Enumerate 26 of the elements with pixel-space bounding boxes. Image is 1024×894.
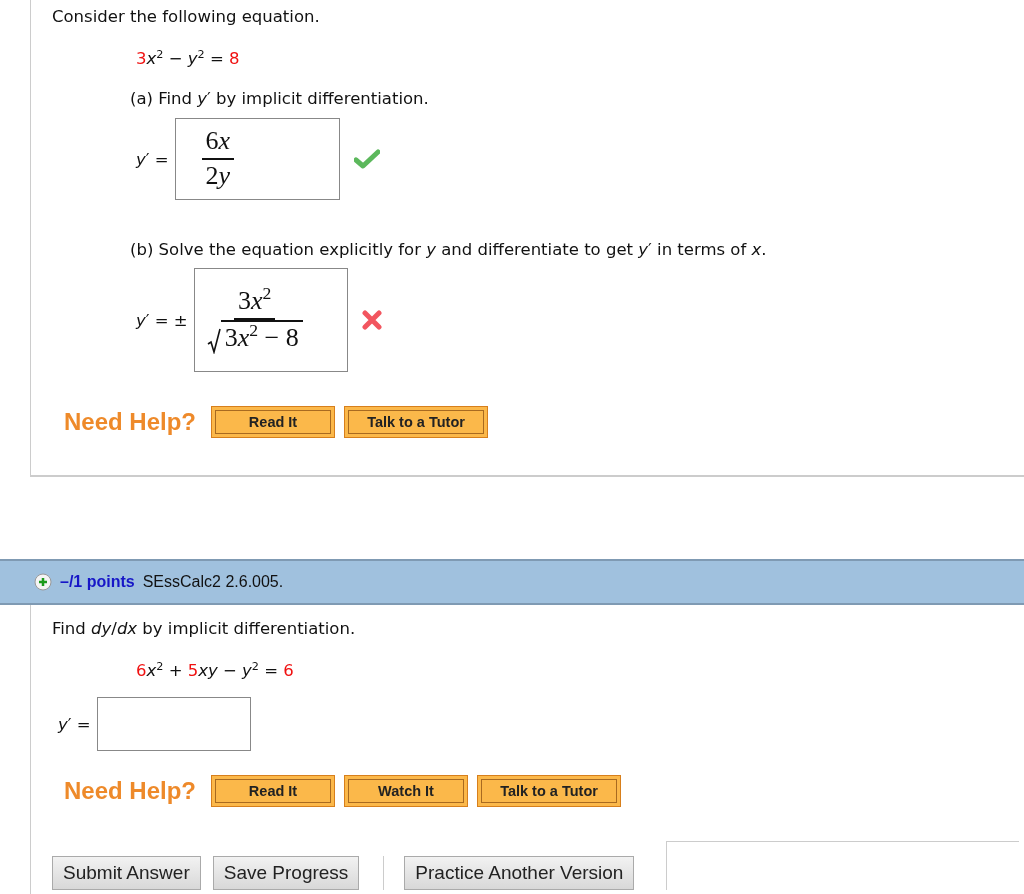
help-button[interactable]: Read It <box>211 406 336 438</box>
need-help-label: Need Help? <box>64 408 197 436</box>
points-label: –/1 points <box>60 573 135 591</box>
help-button[interactable]: Talk to a Tutor <box>477 775 622 807</box>
part-prompt: (b) Solve the equation explicitly for y and differentiate to get y′ in terms of x. <box>130 239 768 261</box>
question-prompt: Find dy/dx by implicit differentiation. <box>52 618 357 640</box>
help-button[interactable]: Watch It <box>344 775 469 807</box>
action-button[interactable]: Submit Answer <box>52 856 201 890</box>
action-button[interactable]: Practice Another Version <box>404 856 635 890</box>
plus-icon[interactable] <box>34 573 52 591</box>
answer-label: y′ = <box>136 149 169 169</box>
question-prompt: Consider the following equation. <box>52 6 321 28</box>
help-button[interactable]: Talk to a Tutor <box>344 406 489 438</box>
need-help-label: Need Help? <box>64 777 197 805</box>
equation: 6x$^{2}$ + 5xy − y$^{2}$ = 6 <box>136 659 294 682</box>
question-code: SEssCalc2 2.6.005. <box>142 573 284 591</box>
help-button[interactable]: Read It <box>211 775 336 807</box>
part-prompt: (a) Find y′ by implicit differentiation. <box>130 88 430 110</box>
answer-label: y′ = <box>58 714 91 734</box>
answer-box[interactable]: 6x 2y <box>174 118 340 200</box>
answer-label: y′ = ± <box>136 310 188 330</box>
answer-box[interactable]: 3x$^{2}$ 3x$^{2}$ − 8 <box>193 268 348 372</box>
answer-field[interactable] <box>96 697 251 751</box>
radical-icon <box>206 328 221 354</box>
action-button[interactable]: Save Progress <box>212 856 360 890</box>
equation: 3x$^{2}$ − y$^{2}$ = 8 <box>136 47 240 70</box>
